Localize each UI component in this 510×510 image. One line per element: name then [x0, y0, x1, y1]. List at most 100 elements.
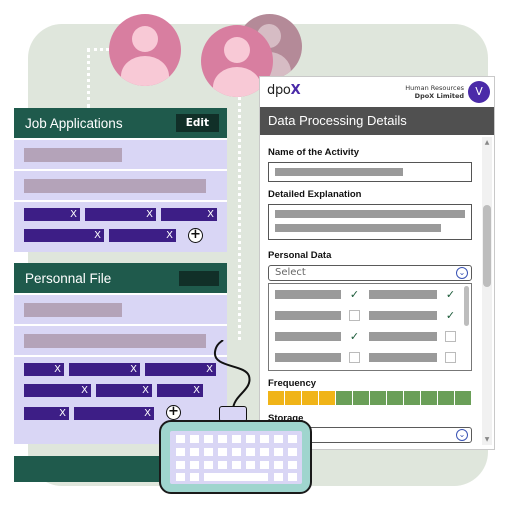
- scroll-down-icon[interactable]: ▼: [482, 436, 492, 443]
- header-button[interactable]: [179, 270, 219, 286]
- keyboard-key: [190, 435, 199, 443]
- option-label: [275, 311, 341, 320]
- personnel-file-card: Personnal File X X X X X X X X + X: [14, 263, 227, 444]
- user-avatar[interactable]: V: [468, 81, 490, 103]
- keyboard-key: [204, 461, 213, 469]
- department-label: Human Resources: [405, 84, 464, 92]
- tag-chip[interactable]: X: [74, 407, 154, 420]
- personal-data-label: Personal Data: [268, 250, 332, 261]
- keyboard-spacebar: [204, 473, 268, 481]
- checkbox-unchecked[interactable]: [445, 331, 456, 342]
- tag-chip[interactable]: X: [24, 229, 104, 242]
- panel-scrollbar[interactable]: ▲ ▼: [482, 137, 492, 445]
- connector-line: [87, 48, 90, 108]
- card-header: Personnal File: [14, 263, 227, 293]
- frequency-segment[interactable]: [319, 391, 336, 405]
- frequency-segment[interactable]: [455, 391, 472, 405]
- option-label: [369, 290, 437, 299]
- option-label: [369, 332, 437, 341]
- keyboard-key: [260, 448, 269, 456]
- tag-chip[interactable]: X: [109, 229, 176, 242]
- placeholder-text: [24, 334, 206, 348]
- list-item[interactable]: [14, 324, 227, 355]
- tag-chip[interactable]: X: [96, 384, 152, 397]
- job-applications-card: Job Applications Edit X X X X X +: [14, 108, 227, 252]
- tag-chip[interactable]: X: [69, 363, 140, 376]
- activity-name-label: Name of the Activity: [268, 147, 359, 158]
- tag-chip[interactable]: X: [24, 407, 69, 420]
- chevron-down-circle-icon[interactable]: ⌄: [456, 267, 468, 279]
- data-processing-panel: dpoX Human Resources DpoX Limited V Data…: [259, 76, 495, 450]
- list-scrollbar[interactable]: [464, 286, 469, 326]
- chevron-down-circle-icon[interactable]: ⌄: [456, 429, 468, 441]
- checkbox-checked[interactable]: ✓: [445, 310, 456, 321]
- keyboard-key: [176, 448, 185, 456]
- keyboard-key: [246, 435, 255, 443]
- company-info: Human Resources DpoX Limited: [405, 84, 464, 100]
- keyboard-key: [288, 461, 297, 469]
- option-label: [275, 290, 341, 299]
- list-item[interactable]: [14, 138, 227, 169]
- checkbox-unchecked[interactable]: [445, 352, 456, 363]
- checkbox-unchecked[interactable]: [349, 352, 360, 363]
- panel-title: Data Processing Details: [260, 107, 494, 135]
- tag-chip[interactable]: X: [24, 363, 64, 376]
- tag-chip[interactable]: X: [161, 208, 217, 221]
- frequency-scale[interactable]: [268, 391, 472, 405]
- frequency-segment[interactable]: [370, 391, 387, 405]
- placeholder-text: [24, 179, 206, 193]
- checkbox-checked[interactable]: ✓: [349, 331, 360, 342]
- frequency-segment[interactable]: [438, 391, 455, 405]
- keyboard-key: [176, 435, 185, 443]
- keyboard-cable: [214, 340, 251, 411]
- card-header: Job Applications Edit: [14, 108, 227, 138]
- checkbox-unchecked[interactable]: [349, 310, 360, 321]
- list-item[interactable]: [14, 169, 227, 200]
- keyboard-key: [190, 473, 199, 481]
- explanation-field[interactable]: [268, 204, 472, 240]
- tag-chip[interactable]: X: [24, 384, 91, 397]
- placeholder-text: [275, 224, 441, 232]
- scroll-up-icon[interactable]: ▲: [482, 139, 492, 146]
- tag-chip[interactable]: X: [157, 384, 203, 397]
- frequency-segment[interactable]: [353, 391, 370, 405]
- frequency-segment[interactable]: [285, 391, 302, 405]
- frequency-segment[interactable]: [387, 391, 404, 405]
- tag-chip[interactable]: X: [85, 208, 156, 221]
- add-icon[interactable]: +: [188, 228, 203, 243]
- connector-line: [238, 90, 241, 340]
- edit-button[interactable]: Edit: [175, 114, 219, 132]
- keyboard-key: [274, 461, 283, 469]
- keyboard-key: [218, 435, 227, 443]
- add-icon[interactable]: +: [166, 405, 181, 420]
- frequency-segment[interactable]: [336, 391, 353, 405]
- placeholder-text: [275, 168, 403, 176]
- frequency-segment[interactable]: [302, 391, 319, 405]
- company-logo: dpoX: [267, 83, 301, 98]
- list-item[interactable]: [14, 293, 227, 324]
- checkbox-checked[interactable]: ✓: [349, 289, 360, 300]
- placeholder-text: [24, 148, 122, 162]
- frequency-segment[interactable]: [421, 391, 438, 405]
- frequency-label: Frequency: [268, 378, 317, 389]
- option-label: [369, 311, 437, 320]
- keyboard-key: [176, 461, 185, 469]
- keyboard-key: [190, 448, 199, 456]
- keyboard-key: [246, 448, 255, 456]
- checkbox-checked[interactable]: ✓: [445, 289, 456, 300]
- keyboard-key: [288, 473, 297, 481]
- option-label: [369, 353, 437, 362]
- personal-data-select[interactable]: Select ⌄: [268, 265, 472, 281]
- scroll-thumb[interactable]: [483, 205, 491, 287]
- option-label: [275, 332, 341, 341]
- keyboard-key: [232, 461, 241, 469]
- frequency-segment[interactable]: [404, 391, 421, 405]
- keyboard-key: [274, 435, 283, 443]
- user-avatar-icon: [109, 14, 181, 86]
- frequency-segment[interactable]: [268, 391, 285, 405]
- keyboard-key: [260, 461, 269, 469]
- activity-name-field[interactable]: [268, 162, 472, 182]
- tag-chip[interactable]: X: [24, 208, 80, 221]
- card-title: Personnal File: [25, 270, 112, 286]
- keyboard-key: [176, 473, 185, 481]
